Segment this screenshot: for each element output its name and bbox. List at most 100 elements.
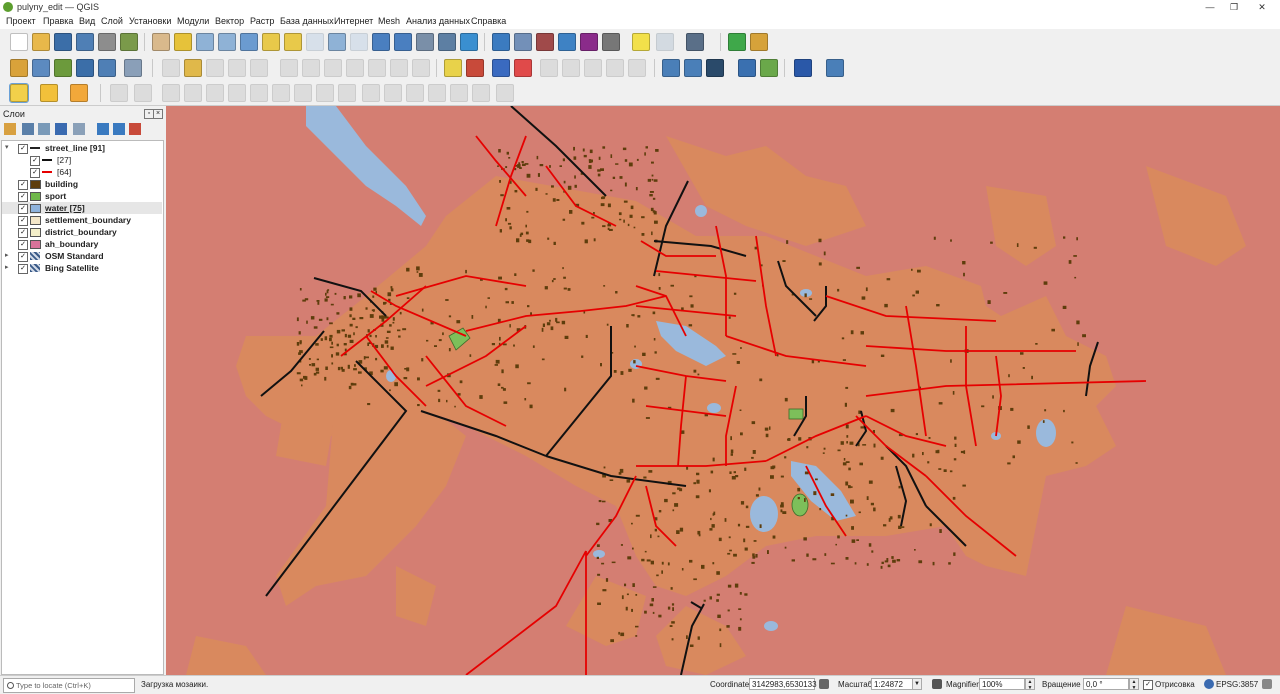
current-edits-icon[interactable] (162, 59, 180, 77)
locator-search-input[interactable]: Type to locate (Ctrl+K) (3, 678, 135, 693)
rotate-label-icon[interactable] (562, 59, 580, 77)
layer-item[interactable]: ✓ ah_boundary (2, 238, 162, 250)
layer-item[interactable]: ✓ [27] (2, 154, 162, 166)
layer-visibility-checkbox[interactable]: ✓ (18, 264, 28, 274)
zoom-to-selection-icon[interactable] (262, 33, 280, 51)
layer-styling-icon[interactable] (4, 123, 16, 135)
save-project-icon[interactable] (54, 33, 72, 51)
toggle-editing-icon[interactable] (184, 59, 202, 77)
advanced-edit-14-icon[interactable] (428, 84, 446, 102)
identify-features-icon[interactable] (492, 33, 510, 51)
add-group-icon[interactable] (22, 123, 34, 135)
layer-visibility-checkbox[interactable]: ✓ (18, 204, 28, 214)
statistical-summary-icon[interactable] (580, 33, 598, 51)
expand-all-icon[interactable] (97, 123, 109, 135)
temporal-controller-icon[interactable] (416, 33, 434, 51)
plugin-one-icon[interactable] (728, 33, 746, 51)
layer-item[interactable]: ✓ water [75] (2, 202, 162, 214)
menu-item[interactable]: Слой (101, 16, 123, 26)
plugin-manager-icon[interactable] (760, 59, 778, 77)
lock-scale-icon[interactable] (932, 679, 942, 689)
layer-item[interactable]: ▸ ✓ Bing Satellite (2, 262, 162, 274)
measure-icon[interactable] (602, 33, 620, 51)
expand-arrow-icon[interactable]: ▸ (5, 262, 13, 274)
map-tips-icon[interactable] (632, 33, 650, 51)
zoom-native-icon[interactable] (306, 33, 324, 51)
messages-icon[interactable] (1262, 679, 1272, 689)
layer-item[interactable]: ✓ district_boundary (2, 226, 162, 238)
rotation-field[interactable]: 0,0 ° (1083, 678, 1129, 690)
refresh-icon[interactable] (460, 33, 478, 51)
layer-visibility-checkbox[interactable]: ✓ (18, 192, 28, 202)
menu-item[interactable]: Проект (6, 16, 36, 26)
new-geopackage-icon[interactable] (32, 59, 50, 77)
python-console-icon[interactable] (738, 59, 756, 77)
plugin-three-icon[interactable] (826, 59, 844, 77)
advanced-edit-12-icon[interactable] (384, 84, 402, 102)
layer-visibility-checkbox[interactable]: ✓ (18, 240, 28, 250)
menu-item[interactable]: Mesh (378, 16, 400, 26)
scale-dropdown-icon[interactable]: ▼ (912, 678, 922, 690)
advanced-edit-6-icon[interactable] (250, 84, 268, 102)
layer-item[interactable]: ▾ ✓ street_line [91] (2, 142, 162, 154)
advanced-edit-16-icon[interactable] (472, 84, 490, 102)
menu-item[interactable]: Справка (471, 16, 506, 26)
zoom-full-icon[interactable] (240, 33, 258, 51)
advanced-edit-8-icon[interactable] (294, 84, 312, 102)
layer-item[interactable]: ✓ [64] (2, 166, 162, 178)
select-features-icon[interactable] (9, 83, 29, 103)
zoom-last-icon[interactable] (328, 33, 346, 51)
menu-item[interactable]: Вектор (215, 16, 244, 26)
help-icon[interactable] (794, 59, 812, 77)
layer-visibility-checkbox[interactable]: ✓ (18, 144, 28, 154)
advanced-edit-9-icon[interactable] (316, 84, 334, 102)
layer-item[interactable]: ▸ ✓ OSM Standard (2, 250, 162, 262)
virtual-layer-icon[interactable] (124, 59, 142, 77)
redo-icon[interactable] (412, 59, 430, 77)
style-manager-icon[interactable] (120, 33, 138, 51)
menu-item[interactable]: База данных (280, 16, 334, 26)
advanced-edit-11-icon[interactable] (362, 84, 380, 102)
menu-item[interactable]: Интернет (334, 16, 373, 26)
clock-icon[interactable] (438, 33, 456, 51)
menu-item[interactable]: Модули (177, 16, 209, 26)
paste-features-icon[interactable] (368, 59, 386, 77)
save-edits-icon[interactable] (206, 59, 224, 77)
copy-features-icon[interactable] (346, 59, 364, 77)
delete-selected-icon[interactable] (302, 59, 320, 77)
advanced-edit-2-icon[interactable] (162, 84, 180, 102)
layer-item[interactable]: ✓ sport (2, 190, 162, 202)
collapse-arrow-icon[interactable]: ▾ (5, 142, 13, 154)
advanced-edit-3-icon[interactable] (184, 84, 202, 102)
rotation-spinner-icon[interactable]: ▲ ▼ (1129, 678, 1139, 691)
zoom-out-icon[interactable] (218, 33, 236, 51)
layer-visibility-checkbox[interactable]: ✓ (18, 228, 28, 238)
menu-item[interactable]: Вид (79, 16, 95, 26)
advanced-edit-7-icon[interactable] (272, 84, 290, 102)
crs-button[interactable]: EPSG:3857 (1216, 680, 1258, 689)
menu-item[interactable]: Правка (43, 16, 73, 26)
advanced-edit-5-icon[interactable] (228, 84, 246, 102)
label-tool-icon[interactable] (444, 59, 462, 77)
pan-to-selection-icon[interactable] (174, 33, 192, 51)
new-project-icon[interactable] (10, 33, 28, 51)
layer-visibility-checkbox[interactable]: ✓ (18, 180, 28, 190)
add-wfs-icon[interactable] (684, 59, 702, 77)
highlight-labels-icon[interactable] (492, 59, 510, 77)
render-checkbox[interactable]: ✓ (1143, 680, 1153, 690)
manage-themes-icon[interactable] (38, 123, 50, 135)
layer-visibility-checkbox[interactable]: ✓ (30, 156, 40, 166)
new-shapefile-icon[interactable] (54, 59, 72, 77)
advanced-edit-10-icon[interactable] (338, 84, 356, 102)
text-annotation-icon[interactable] (686, 33, 704, 51)
save-as-icon[interactable] (76, 33, 94, 51)
vertex-tool-icon[interactable] (250, 59, 268, 77)
remove-layer-icon[interactable] (129, 123, 141, 135)
expand-arrow-icon[interactable]: ▸ (5, 250, 13, 262)
add-wcs-icon[interactable] (706, 59, 724, 77)
select-all-icon[interactable] (40, 84, 58, 102)
new-spatialite-icon[interactable] (76, 59, 94, 77)
menu-item[interactable]: Растр (250, 16, 274, 26)
close-panel-icon[interactable]: × (153, 109, 163, 119)
toggle-extents-icon[interactable] (819, 679, 829, 689)
